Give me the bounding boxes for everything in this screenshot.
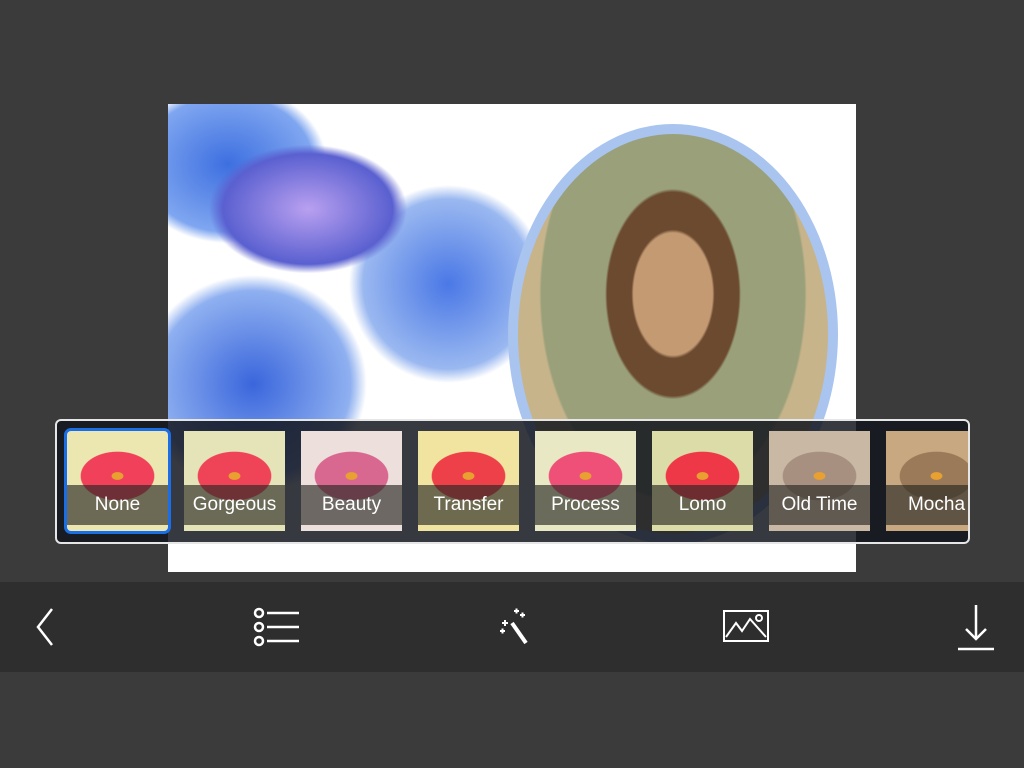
- download-icon: [958, 605, 994, 651]
- filter-thumb-mocha[interactable]: Mocha: [886, 431, 968, 531]
- effects-button[interactable]: [482, 602, 542, 652]
- magic-wand-icon: [500, 608, 528, 645]
- filter-label: Process: [535, 485, 636, 525]
- filter-thumb-process[interactable]: Process: [535, 431, 636, 531]
- filter-label: Lomo: [652, 485, 753, 525]
- filter-label: Old Time: [769, 485, 870, 525]
- filter-label: Gorgeous: [184, 485, 285, 525]
- filter-thumb-transfer[interactable]: Transfer: [418, 431, 519, 531]
- filter-label: None: [67, 485, 168, 525]
- filter-strip[interactable]: None Gorgeous Beauty Transfer Process Lomo Old…: [55, 419, 970, 544]
- filter-thumb-none[interactable]: None: [64, 428, 171, 534]
- list-button[interactable]: [246, 602, 306, 652]
- image-icon: [723, 610, 769, 642]
- filter-label: Mocha: [886, 485, 968, 525]
- download-button[interactable]: [946, 602, 1006, 652]
- background-image-button[interactable]: [716, 602, 776, 652]
- back-button[interactable]: [15, 602, 75, 652]
- bottom-toolbar: [0, 582, 1024, 672]
- filter-thumb-lomo[interactable]: Lomo: [652, 431, 753, 531]
- back-icon: [36, 608, 53, 646]
- filter-thumb-old-time[interactable]: Old Time: [769, 431, 870, 531]
- filter-label: Beauty: [301, 485, 402, 525]
- filter-label: Transfer: [418, 485, 519, 525]
- list-icon: [253, 607, 299, 647]
- filter-thumb-beauty[interactable]: Beauty: [301, 431, 402, 531]
- butterfly-decoration: [208, 144, 408, 274]
- filter-thumb-gorgeous[interactable]: Gorgeous: [184, 431, 285, 531]
